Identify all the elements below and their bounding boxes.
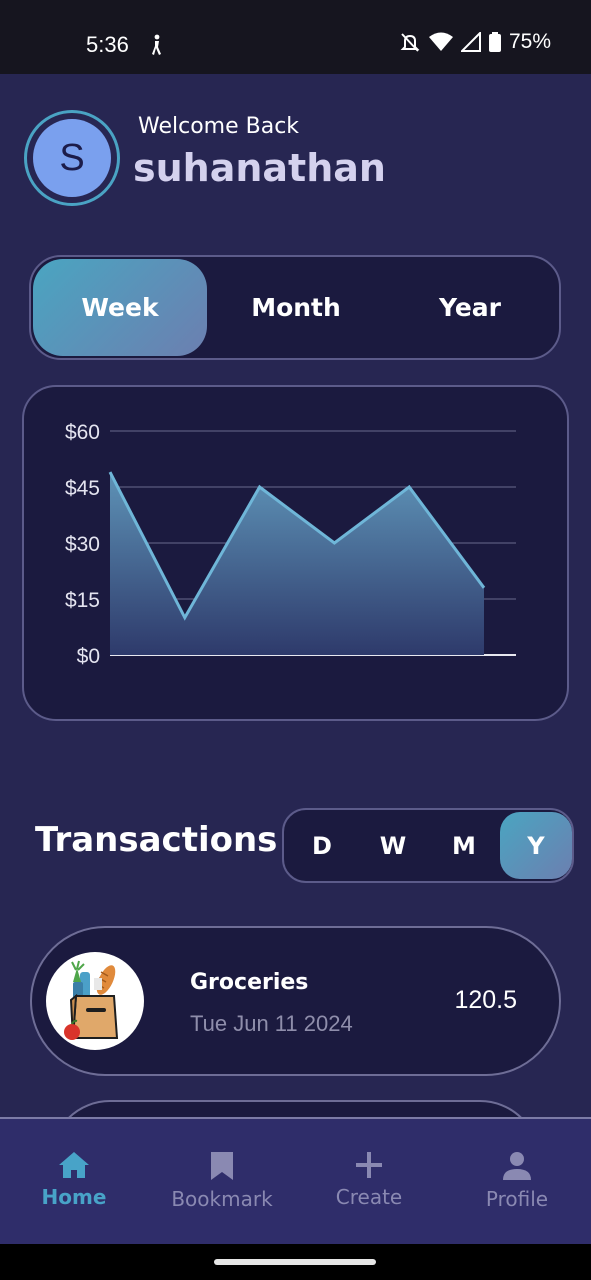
transaction-amount: 120.5 bbox=[454, 986, 517, 1014]
nav-home[interactable]: Home bbox=[0, 1119, 148, 1244]
tab-year[interactable]: Year bbox=[383, 259, 557, 356]
y-tick-label: $0 bbox=[77, 645, 100, 668]
home-icon bbox=[59, 1152, 89, 1178]
range-toggle: D W M Y bbox=[282, 808, 574, 883]
silent-bell-icon bbox=[400, 33, 420, 52]
grocery-bag-icon bbox=[64, 960, 119, 1040]
avatar-initial: S bbox=[33, 119, 111, 197]
nav-create-label: Create bbox=[335, 1185, 403, 1209]
plus-icon bbox=[356, 1152, 382, 1178]
username: suhanathan bbox=[133, 146, 386, 190]
y-tick-label: $45 bbox=[65, 477, 100, 500]
signal-icon bbox=[460, 32, 481, 52]
range-year-button[interactable]: Y bbox=[500, 812, 572, 879]
avatar[interactable]: S bbox=[24, 110, 120, 206]
spending-chart: $60 $45 $30 $15 $0 bbox=[65, 421, 516, 668]
bottom-nav: Home Bookmark Create Profile bbox=[0, 1117, 591, 1244]
welcome-text: Welcome Back bbox=[138, 114, 300, 139]
transaction-name: Groceries bbox=[190, 970, 309, 995]
wifi-icon bbox=[428, 32, 453, 51]
system-nav-bar bbox=[0, 1244, 591, 1280]
nav-bookmark-label: Bookmark bbox=[171, 1187, 273, 1211]
tab-week[interactable]: Week bbox=[33, 259, 207, 356]
period-tabs: Week Month Year bbox=[29, 255, 561, 360]
range-week-button[interactable]: W bbox=[357, 812, 429, 879]
walking-person-icon bbox=[152, 34, 161, 55]
chart-area bbox=[110, 472, 484, 655]
transactions-title: Transactions bbox=[35, 820, 278, 860]
nav-create[interactable]: Create bbox=[295, 1119, 443, 1244]
status-bar: 5:36 75% bbox=[0, 0, 591, 74]
battery-percent: 75% bbox=[508, 30, 551, 53]
transaction-icon-container bbox=[46, 952, 144, 1050]
nav-bookmark[interactable]: Bookmark bbox=[148, 1119, 296, 1244]
chart-card: $60 $45 $30 $15 $0 bbox=[22, 385, 569, 721]
transaction-date: Tue Jun 11 2024 bbox=[190, 1011, 353, 1036]
y-tick-label: $30 bbox=[65, 533, 100, 556]
home-indicator[interactable] bbox=[214, 1259, 376, 1265]
range-month-button[interactable]: M bbox=[428, 812, 500, 879]
range-day-button[interactable]: D bbox=[286, 812, 358, 879]
nav-profile[interactable]: Profile bbox=[443, 1119, 591, 1244]
tab-month[interactable]: Month bbox=[209, 259, 383, 356]
transaction-item[interactable]: Groceries Tue Jun 11 2024 120.5 bbox=[30, 926, 561, 1076]
bookmark-icon bbox=[211, 1152, 233, 1180]
person-icon bbox=[503, 1152, 531, 1180]
y-tick-label: $60 bbox=[65, 421, 100, 444]
battery-icon bbox=[488, 32, 501, 52]
nav-profile-label: Profile bbox=[485, 1187, 549, 1211]
status-time: 5:36 bbox=[86, 32, 129, 57]
nav-home-label: Home bbox=[41, 1185, 107, 1209]
y-tick-label: $15 bbox=[65, 589, 100, 612]
